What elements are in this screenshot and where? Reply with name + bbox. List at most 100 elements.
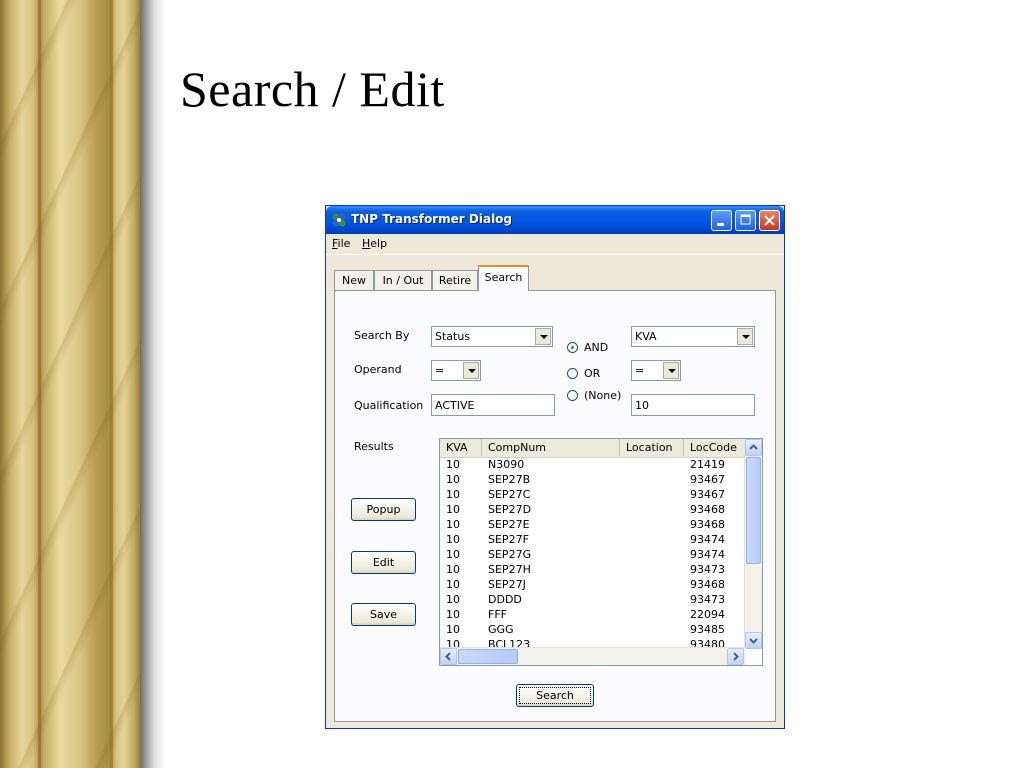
- table-cell: DDDD: [488, 593, 522, 606]
- maximize-button[interactable]: [735, 210, 756, 231]
- search-by-select-1[interactable]: Status: [431, 326, 553, 347]
- edit-button[interactable]: Edit: [351, 551, 416, 574]
- chevron-down-icon[interactable]: [663, 362, 679, 379]
- bar-shadow: [140, 0, 166, 768]
- table-cell: 10: [446, 533, 460, 546]
- table-cell: 10: [446, 473, 460, 486]
- chevron-down-icon[interactable]: [535, 328, 551, 345]
- table-cell: 93485: [690, 623, 725, 636]
- table-cell: 93474: [690, 533, 725, 546]
- window-title: TNP Transformer Dialog: [351, 212, 513, 226]
- title-bar[interactable]: TNP Transformer Dialog: [326, 206, 784, 234]
- table-row[interactable]: 10 SEP27D 93468: [440, 502, 744, 517]
- table-cell: SEP27J: [488, 578, 526, 591]
- column-header-kva[interactable]: KVA: [440, 439, 482, 456]
- bar-stripe: [38, 0, 41, 768]
- chevron-left-icon: [445, 652, 451, 661]
- qualification-value-2: 10: [635, 399, 649, 412]
- table-cell: N3090: [488, 458, 525, 471]
- chevron-down-icon[interactable]: [737, 328, 753, 345]
- menu-help[interactable]: Help: [362, 237, 387, 250]
- table-cell: 93467: [690, 488, 725, 501]
- search-by-label: Search By: [354, 329, 410, 342]
- operand-value-1: =: [435, 364, 445, 377]
- table-cell: 22094: [690, 608, 725, 621]
- column-header-compnum[interactable]: CompNum: [482, 439, 620, 456]
- table-cell: 10: [446, 593, 460, 606]
- table-cell: 10: [446, 578, 460, 591]
- table-row[interactable]: 10 SEP27E 93468: [440, 517, 744, 532]
- scroll-up-button[interactable]: [745, 439, 762, 456]
- table-cell: 93468: [690, 503, 725, 516]
- table-row[interactable]: 10 FFF 22094: [440, 607, 744, 622]
- table-row[interactable]: 10 N3090 21419: [440, 457, 744, 472]
- app-icon: [332, 213, 346, 227]
- table-row[interactable]: 10 GGG 93485: [440, 622, 744, 637]
- scroll-left-button[interactable]: [440, 648, 457, 665]
- column-header-loccode[interactable]: LocCode: [684, 439, 746, 456]
- close-button[interactable]: [759, 210, 780, 231]
- tab-new[interactable]: New: [334, 270, 374, 290]
- decorative-gold-bar: [0, 0, 140, 768]
- chevron-right-icon: [733, 652, 739, 661]
- minimize-button[interactable]: [711, 210, 732, 231]
- table-row[interactable]: 10 SEP27F 93474: [440, 532, 744, 547]
- tab-in-out[interactable]: In / Out: [374, 270, 432, 290]
- table-cell: 10: [446, 518, 460, 531]
- menu-file[interactable]: File: [332, 237, 350, 250]
- table-cell: 93473: [690, 593, 725, 606]
- table-row[interactable]: 10 SEP27B 93467: [440, 472, 744, 487]
- table-cell: 10: [446, 488, 460, 501]
- chevron-up-icon: [749, 444, 758, 450]
- table-cell: SEP27H: [488, 563, 531, 576]
- save-button[interactable]: Save: [351, 603, 416, 626]
- scroll-right-button[interactable]: [727, 648, 744, 665]
- column-header-location[interactable]: Location: [620, 439, 684, 456]
- radio-or-label: OR: [584, 367, 601, 380]
- slide-title: Search / Edit: [180, 61, 445, 117]
- table-cell: SEP27C: [488, 488, 531, 501]
- radio-none[interactable]: [567, 390, 578, 401]
- table-cell: SEP27D: [488, 503, 532, 516]
- operand-select-1[interactable]: =: [431, 360, 481, 381]
- search-by-value-1: Status: [435, 330, 471, 343]
- popup-button[interactable]: Popup: [351, 498, 416, 521]
- table-row[interactable]: 10 SEP27H 93473: [440, 562, 744, 577]
- horizontal-scrollbar[interactable]: [440, 647, 746, 665]
- vertical-scroll-thumb[interactable]: [746, 457, 761, 564]
- horizontal-scroll-thumb[interactable]: [458, 649, 518, 664]
- table-cell: GGG: [488, 623, 514, 636]
- transformer-dialog-window: TNP Transformer Dialog File Help New In …: [325, 205, 785, 729]
- search-button[interactable]: Search: [516, 684, 594, 707]
- qualification-input-1[interactable]: ACTIVE: [431, 394, 555, 416]
- vertical-scrollbar[interactable]: [744, 439, 762, 649]
- search-by-select-2[interactable]: KVA: [631, 326, 755, 347]
- qualification-value-1: ACTIVE: [435, 399, 475, 412]
- tab-retire[interactable]: Retire: [432, 270, 478, 290]
- chevron-down-icon[interactable]: [463, 362, 479, 379]
- table-row[interactable]: 10 SEP27G 93474: [440, 547, 744, 562]
- table-cell: 10: [446, 563, 460, 576]
- table-cell: 10: [446, 548, 460, 561]
- operand-label: Operand: [354, 363, 402, 376]
- radio-and[interactable]: [567, 342, 578, 353]
- table-row[interactable]: 10 SEP27J 93468: [440, 577, 744, 592]
- operand-select-2[interactable]: =: [631, 360, 681, 381]
- table-cell: 93467: [690, 473, 725, 486]
- table-row[interactable]: 10 SEP27C 93467: [440, 487, 744, 502]
- table-cell: SEP27G: [488, 548, 532, 561]
- table-cell: 93474: [690, 548, 725, 561]
- minimize-icon: [717, 223, 724, 226]
- table-cell: 93473: [690, 563, 725, 576]
- tab-search[interactable]: Search: [478, 265, 529, 291]
- radio-or[interactable]: [567, 368, 578, 379]
- results-rows: 10 N3090 21419 10 SEP27B 93467 10 SEP27C 93467 10…: [440, 457, 744, 652]
- operand-value-2: =: [635, 364, 645, 377]
- table-cell: 93468: [690, 578, 725, 591]
- qualification-input-2[interactable]: 10: [631, 394, 755, 416]
- scroll-down-button[interactable]: [745, 632, 762, 649]
- results-list[interactable]: KVA CompNum Location LocCode 10 N3090 2141…: [439, 438, 763, 666]
- table-cell: SEP27E: [488, 518, 530, 531]
- table-row[interactable]: 10 DDDD 93473: [440, 592, 744, 607]
- menu-bar: File Help: [326, 234, 784, 255]
